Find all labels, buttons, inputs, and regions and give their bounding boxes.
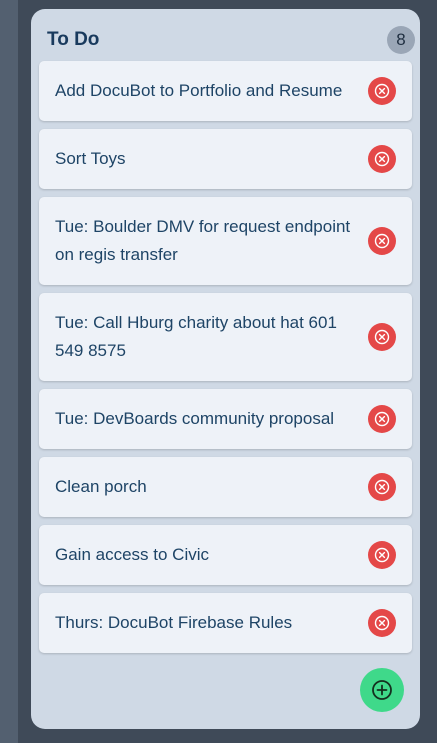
- delete-card-button[interactable]: [368, 323, 396, 351]
- close-circle-icon: [374, 547, 390, 563]
- task-card[interactable]: Gain access to Civic: [39, 525, 412, 585]
- card-count-badge: 8: [387, 26, 415, 54]
- delete-card-button[interactable]: [368, 77, 396, 105]
- add-card-button[interactable]: [360, 668, 404, 712]
- close-circle-icon: [374, 479, 390, 495]
- close-circle-icon: [374, 411, 390, 427]
- task-card[interactable]: Tue: Boulder DMV for request endpoint on…: [39, 197, 412, 285]
- column-title: To Do: [47, 29, 100, 50]
- todo-column: To Do 8 Add DocuBot to Portfolio and Res…: [31, 9, 420, 729]
- delete-card-button[interactable]: [368, 145, 396, 173]
- delete-card-button[interactable]: [368, 227, 396, 255]
- close-circle-icon: [374, 83, 390, 99]
- task-card[interactable]: Tue: DevBoards community proposal: [39, 389, 412, 449]
- delete-card-button[interactable]: [368, 405, 396, 433]
- task-card[interactable]: Sort Toys: [39, 129, 412, 189]
- task-card-text: Tue: DevBoards community proposal: [55, 409, 335, 428]
- close-circle-icon: [374, 151, 390, 167]
- close-circle-icon: [374, 233, 390, 249]
- task-card-text: Tue: Boulder DMV for request endpoint on…: [55, 217, 351, 264]
- task-card[interactable]: Tue: Call Hburg charity about hat 601 54…: [39, 293, 412, 381]
- task-card-text: Add DocuBot to Portfolio and Resume: [55, 81, 343, 100]
- delete-card-button[interactable]: [368, 609, 396, 637]
- task-card-text: Clean porch: [55, 477, 147, 496]
- column-header: To Do 8: [47, 26, 415, 54]
- plus-circle-icon: [372, 680, 392, 700]
- task-card[interactable]: Thurs: DocuBot Firebase Rules: [39, 593, 412, 653]
- delete-card-button[interactable]: [368, 473, 396, 501]
- task-card-text: Sort Toys: [55, 149, 126, 168]
- task-card-text: Tue: Call Hburg charity about hat 601 54…: [55, 313, 337, 360]
- task-card[interactable]: Clean porch: [39, 457, 412, 517]
- task-card-text: Thurs: DocuBot Firebase Rules: [55, 613, 293, 632]
- task-card-text: Gain access to Civic: [55, 545, 209, 564]
- task-card[interactable]: Add DocuBot to Portfolio and Resume: [39, 61, 412, 121]
- close-circle-icon: [374, 329, 390, 345]
- close-circle-icon: [374, 615, 390, 631]
- delete-card-button[interactable]: [368, 541, 396, 569]
